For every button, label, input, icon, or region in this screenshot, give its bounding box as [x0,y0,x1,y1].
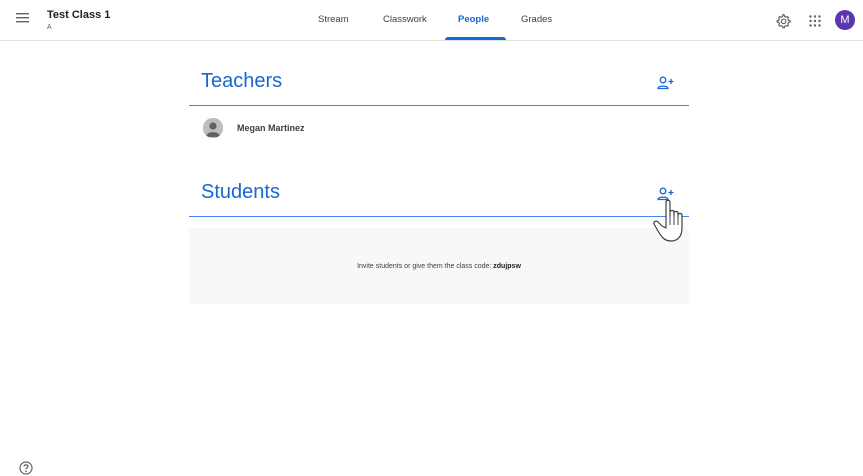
account-avatar[interactable]: M [835,10,855,30]
students-header: Students [189,173,689,217]
invite-message: Invite students or give them the class c… [189,263,689,270]
invite-prefix: Invite students or give them the class c… [357,263,494,270]
apps-grid-icon[interactable] [808,14,822,28]
students-section: Students [189,173,689,217]
add-student-icon[interactable] [657,186,675,202]
invite-panel: Invite students or give them the class c… [189,228,689,304]
teachers-section: Teachers [189,62,689,106]
teacher-name: Megan Martinez [237,123,305,133]
tab-grades[interactable]: Grades [521,14,552,25]
class-code[interactable]: zdujpsw [493,263,521,270]
tab-people[interactable]: People [458,14,489,25]
help-icon[interactable] [19,461,33,475]
teachers-header: Teachers [189,62,689,106]
settings-icon[interactable] [775,13,791,29]
class-tabs: Stream Classwork People Grades [0,0,863,41]
add-teacher-icon[interactable] [657,75,675,91]
tab-classwork[interactable]: Classwork [383,14,427,25]
tab-stream[interactable]: Stream [318,14,349,25]
top-app-bar: Test Class 1 A Stream Classwork People G… [0,0,863,41]
teachers-title: Teachers [201,70,283,92]
teacher-row: Megan Martinez [189,116,689,140]
teacher-avatar [203,118,223,138]
active-tab-indicator [445,37,506,40]
students-title: Students [201,181,280,203]
